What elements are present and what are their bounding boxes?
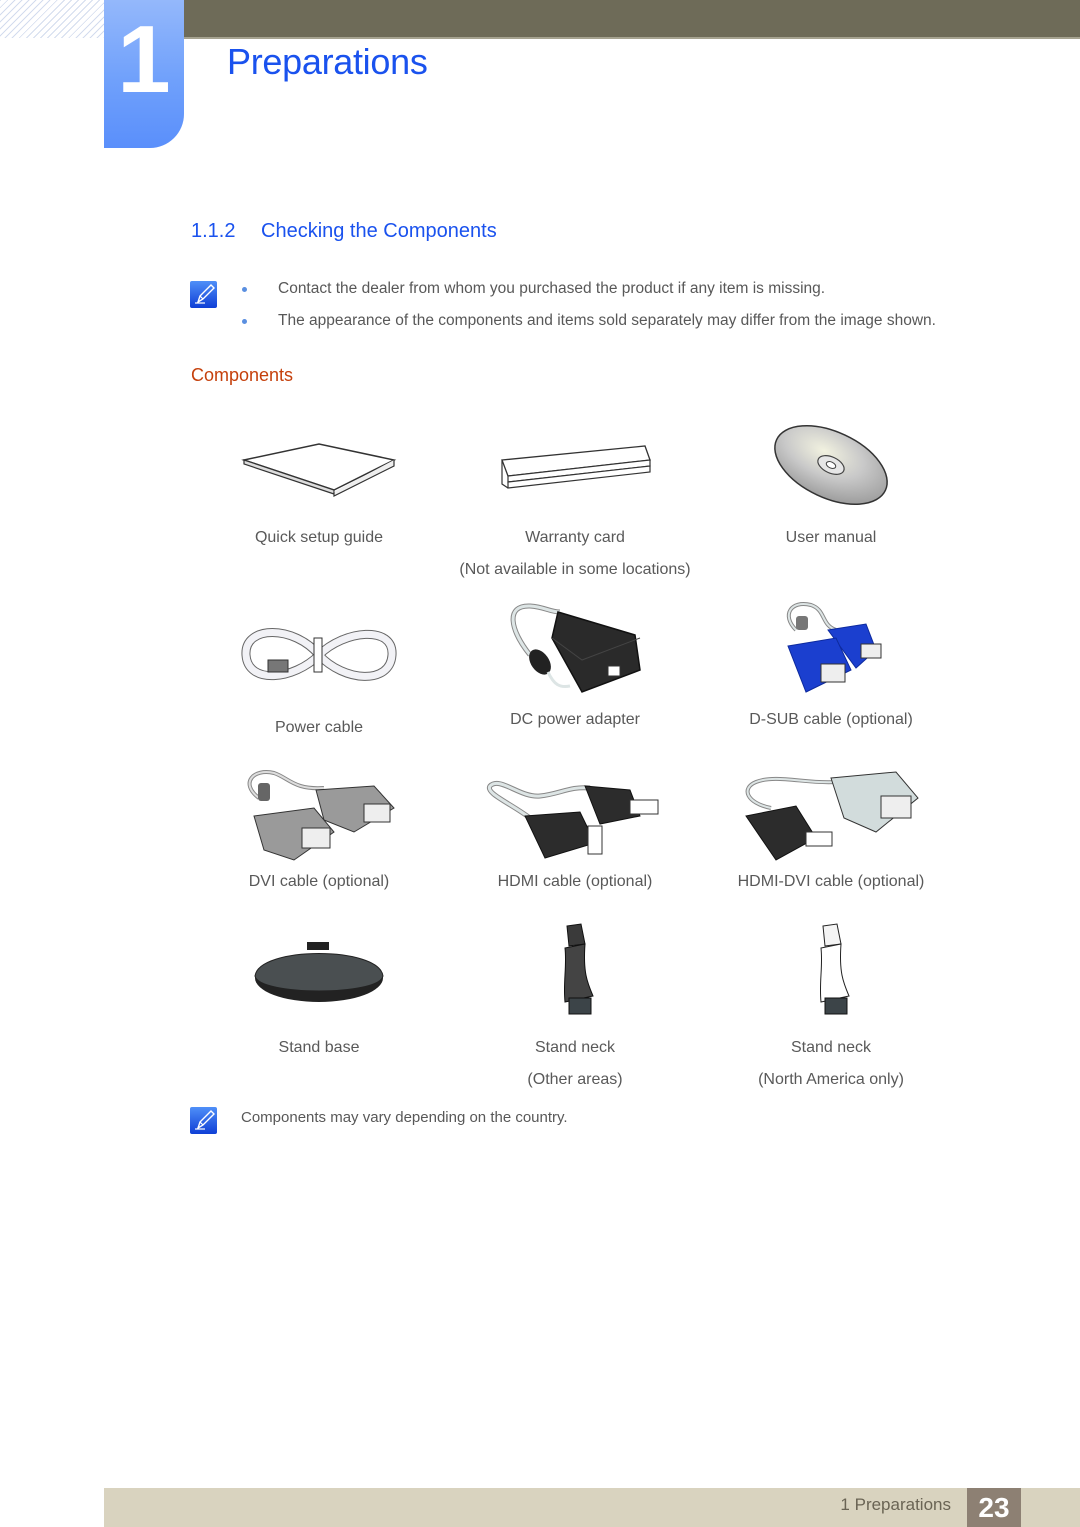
footnote-text: Components may vary depending on the cou… [241, 1109, 568, 1126]
component-item: Power cable [191, 600, 447, 762]
page-number: 23 [967, 1488, 1021, 1527]
section-heading: 1.1.2 Checking the Components [191, 220, 497, 243]
components-grid: Quick setup guide Warranty card (Not ava… [191, 420, 959, 1092]
component-item: Stand base [191, 922, 447, 1092]
power-adapter-icon [447, 600, 703, 710]
component-label: Quick setup guide [254, 529, 384, 546]
component-item: HDMI-DVI cable (optional) [703, 762, 959, 922]
component-item: Warranty card (Not available in some loc… [447, 420, 703, 600]
power-cable-icon [191, 600, 447, 710]
stand-base-icon [191, 922, 447, 1032]
section-number: 1.1.2 [191, 220, 236, 242]
chapter-title: Preparations [227, 41, 428, 82]
component-item: Quick setup guide [191, 420, 447, 600]
component-label: Stand neck [534, 1039, 616, 1056]
cd-icon [703, 420, 959, 520]
hdmi-cable-icon [447, 762, 703, 872]
component-label: Stand base [278, 1039, 360, 1056]
components-subheading: Components [191, 365, 294, 385]
section-title: Checking the Components [261, 220, 497, 242]
component-sublabel: (Not available in some locations) [459, 561, 691, 578]
note-pencil-icon [190, 281, 217, 308]
component-label: DVI cable (optional) [248, 873, 390, 890]
component-sublabel: (North America only) [758, 1071, 904, 1088]
component-sublabel: (Other areas) [527, 1071, 623, 1088]
hdmi-dvi-cable-icon [703, 762, 959, 872]
component-label: Warranty card [525, 529, 625, 546]
booklet-icon [191, 420, 447, 520]
component-item: User manual [703, 420, 959, 600]
dsub-cable-icon [703, 600, 959, 710]
component-item: HDMI cable (optional) [447, 762, 703, 922]
dvi-cable-icon [191, 762, 447, 872]
component-label: DC power adapter [510, 711, 640, 728]
footer-chapter-label: 1 Preparations [840, 1495, 951, 1514]
note-bullet-list: Contact the dealer from whom you purchas… [240, 280, 936, 344]
chapter-tab: 1 [104, 0, 184, 148]
component-label: Stand neck [790, 1039, 872, 1056]
component-label: HDMI cable (optional) [497, 873, 653, 890]
stand-neck-dark-icon [447, 922, 703, 1032]
card-icon [447, 420, 703, 520]
note-pencil-icon [190, 1107, 217, 1134]
component-item: Stand neck (North America only) [703, 922, 959, 1092]
component-item: Stand neck (Other areas) [447, 922, 703, 1092]
component-label: User manual [785, 529, 877, 546]
note-bullet-item: The appearance of the components and ite… [240, 312, 936, 330]
component-item: D-SUB cable (optional) [703, 600, 959, 762]
component-label: D-SUB cable (optional) [749, 711, 913, 728]
component-item: DVI cable (optional) [191, 762, 447, 922]
page-footer: 1 Preparations 23 [104, 1488, 1080, 1527]
bullet-dot-icon [242, 287, 247, 292]
component-label: Power cable [274, 719, 364, 736]
header-bar-rule [184, 37, 1080, 39]
stand-neck-white-icon [703, 922, 959, 1032]
bullet-dot-icon [242, 319, 247, 324]
component-label: HDMI-DVI cable (optional) [737, 873, 925, 890]
chapter-number: 1 [117, 6, 171, 113]
header-bar [184, 0, 1080, 38]
component-item: DC power adapter [447, 600, 703, 762]
header-hatch-decoration [0, 0, 104, 38]
note-bullet-item: Contact the dealer from whom you purchas… [240, 280, 936, 298]
